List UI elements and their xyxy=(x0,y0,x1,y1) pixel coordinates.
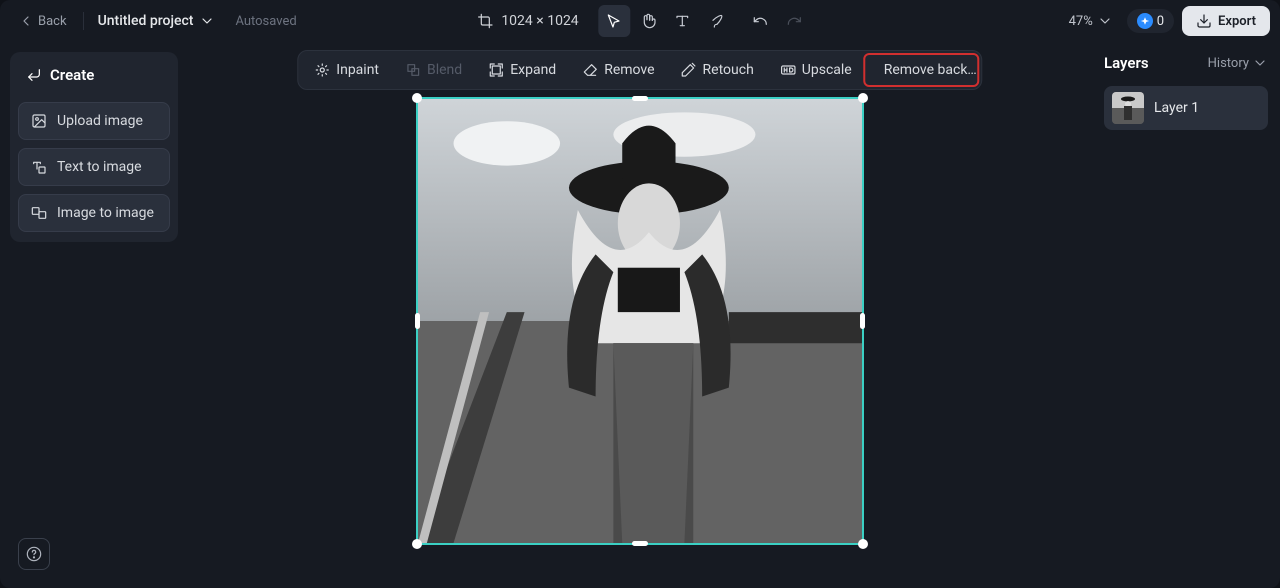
create-title: Create xyxy=(50,66,94,84)
zoom-value: 47% xyxy=(1069,14,1093,29)
chevron-down-icon xyxy=(199,13,215,29)
image-to-image-icon xyxy=(31,205,47,221)
create-card: Create Upload image Text to image Image … xyxy=(10,52,178,242)
text-to-image-icon xyxy=(31,159,47,175)
export-button[interactable]: Export xyxy=(1182,6,1270,36)
canvas-image xyxy=(418,99,862,543)
resize-handle-s[interactable] xyxy=(632,541,648,546)
layer-row[interactable]: Layer 1 xyxy=(1104,86,1268,130)
text-tool[interactable] xyxy=(667,5,699,37)
help-icon xyxy=(26,546,42,562)
brush-tool[interactable] xyxy=(701,5,733,37)
resize-handle-ne[interactable] xyxy=(858,93,868,103)
hand-tool[interactable] xyxy=(633,5,665,37)
layers-title: Layers xyxy=(1104,54,1149,72)
remove-background-button[interactable]: Remove back… xyxy=(866,55,978,85)
resize-handle-n[interactable] xyxy=(632,96,648,101)
layer-name: Layer 1 xyxy=(1154,100,1199,116)
arrow-enter-icon xyxy=(26,67,42,83)
right-panel: Layers History Layer 1 xyxy=(1092,42,1280,588)
credits-value: 0 xyxy=(1157,14,1164,29)
retouch-button[interactable]: Retouch xyxy=(669,55,766,85)
history-dropdown[interactable]: History xyxy=(1208,55,1268,71)
upload-image-button[interactable]: Upload image xyxy=(18,102,170,140)
left-panel: Create Upload image Text to image Image … xyxy=(0,42,188,588)
inpaint-button[interactable]: Inpaint xyxy=(302,55,391,85)
undo-button[interactable] xyxy=(745,5,777,37)
hd-icon xyxy=(780,62,796,78)
crop-icon xyxy=(477,13,493,29)
redo-button[interactable] xyxy=(779,5,811,37)
cursor-icon xyxy=(607,13,623,29)
canvas-area[interactable]: Inpaint Blend Expand Remove Retouch xyxy=(188,42,1092,588)
redo-icon xyxy=(787,13,803,29)
resize-handle-e[interactable] xyxy=(860,313,865,329)
help-button[interactable] xyxy=(18,538,50,570)
credits-chip[interactable]: 0 xyxy=(1127,9,1174,33)
resize-handle-se[interactable] xyxy=(858,539,868,549)
top-center-tools: 1024 × 1024 xyxy=(469,0,810,42)
project-title: Untitled project xyxy=(98,13,194,29)
save-status: Autosaved xyxy=(235,14,296,29)
top-bar: Back Untitled project Autosaved 1024 × 1… xyxy=(0,0,1280,42)
blend-icon xyxy=(405,62,421,78)
resize-handle-w[interactable] xyxy=(415,313,420,329)
blend-button: Blend xyxy=(393,55,474,85)
chevron-down-icon xyxy=(1252,55,1268,71)
dimensions-text: 1024 × 1024 xyxy=(501,13,578,29)
resize-handle-nw[interactable] xyxy=(412,93,422,103)
layer-thumbnail xyxy=(1112,92,1144,124)
resize-handle-sw[interactable] xyxy=(412,539,422,549)
canvas-dimensions[interactable]: 1024 × 1024 xyxy=(469,13,586,29)
create-header: Create xyxy=(18,62,170,94)
separator xyxy=(83,12,84,30)
chevron-left-icon xyxy=(18,13,34,29)
retouch-icon xyxy=(681,62,697,78)
text-icon xyxy=(675,13,691,29)
undo-icon xyxy=(753,13,769,29)
context-toolbar: Inpaint Blend Expand Remove Retouch xyxy=(297,50,982,90)
text-to-image-button[interactable]: Text to image xyxy=(18,148,170,186)
credit-icon xyxy=(1137,13,1153,29)
create-item-label: Text to image xyxy=(57,159,142,175)
top-right: 47% 0 Export xyxy=(1063,6,1270,36)
export-label: Export xyxy=(1218,14,1256,29)
brush-icon xyxy=(709,13,725,29)
expand-icon xyxy=(488,62,504,78)
hand-icon xyxy=(641,13,657,29)
back-label: Back xyxy=(38,14,67,29)
back-button[interactable]: Back xyxy=(10,9,75,33)
project-title-dropdown[interactable]: Untitled project xyxy=(92,9,222,33)
canvas-selection[interactable] xyxy=(416,97,864,545)
image-to-image-button[interactable]: Image to image xyxy=(18,194,170,232)
zoom-dropdown[interactable]: 47% xyxy=(1063,9,1119,33)
upload-image-icon xyxy=(31,113,47,129)
inpaint-icon xyxy=(314,62,330,78)
create-item-label: Image to image xyxy=(57,205,154,221)
chevron-down-icon xyxy=(1097,13,1113,29)
select-tool[interactable] xyxy=(599,5,631,37)
remove-button[interactable]: Remove xyxy=(570,55,666,85)
download-icon xyxy=(1196,13,1212,29)
create-item-label: Upload image xyxy=(57,113,143,129)
eraser-icon xyxy=(582,62,598,78)
expand-button[interactable]: Expand xyxy=(476,55,568,85)
upscale-button[interactable]: Upscale xyxy=(768,55,864,85)
